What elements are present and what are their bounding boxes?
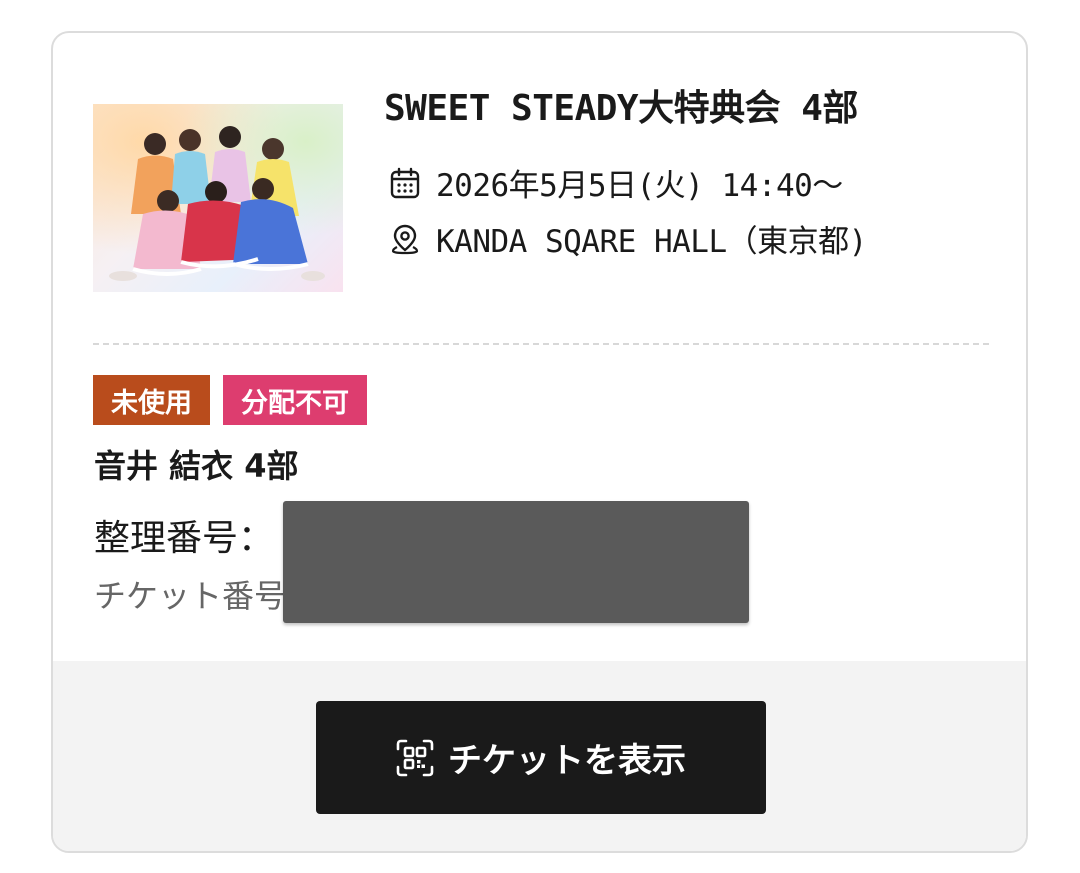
- member-name: 音井 結衣 4部: [94, 447, 299, 485]
- redaction-block: [283, 501, 749, 623]
- event-thumbnail: [93, 104, 343, 292]
- event-title: SWEET STEADY大特典会 4部: [384, 88, 858, 129]
- status-badge-unused: 未使用: [93, 375, 210, 425]
- ticket-number-label: チケット番号: [94, 577, 287, 615]
- event-venue: KANDA SQARE HALL（東京都): [436, 224, 867, 260]
- map-pin-icon: [388, 222, 422, 256]
- calendar-icon: [388, 166, 422, 200]
- status-badges: 未使用 分配不可: [93, 375, 367, 425]
- seat-number-label: 整理番号：: [94, 518, 275, 559]
- event-date-row: 2026年5月5日(火) 14:40〜: [388, 160, 843, 205]
- ticket-card[interactable]: SWEET STEADY大特典会 4部 2026年5月5日(火) 14:40〜: [51, 31, 1028, 853]
- card-footer: チケットを表示: [53, 661, 1026, 851]
- dashed-divider: [93, 343, 989, 345]
- status-badge-not-distributable: 分配不可: [223, 375, 367, 425]
- show-ticket-button[interactable]: チケットを表示: [316, 701, 766, 814]
- event-venue-row: KANDA SQARE HALL（東京都): [388, 216, 867, 261]
- qr-code-icon: [396, 739, 434, 777]
- show-ticket-label: チケットを表示: [448, 741, 686, 781]
- event-date: 2026年5月5日(火) 14:40〜: [436, 168, 843, 204]
